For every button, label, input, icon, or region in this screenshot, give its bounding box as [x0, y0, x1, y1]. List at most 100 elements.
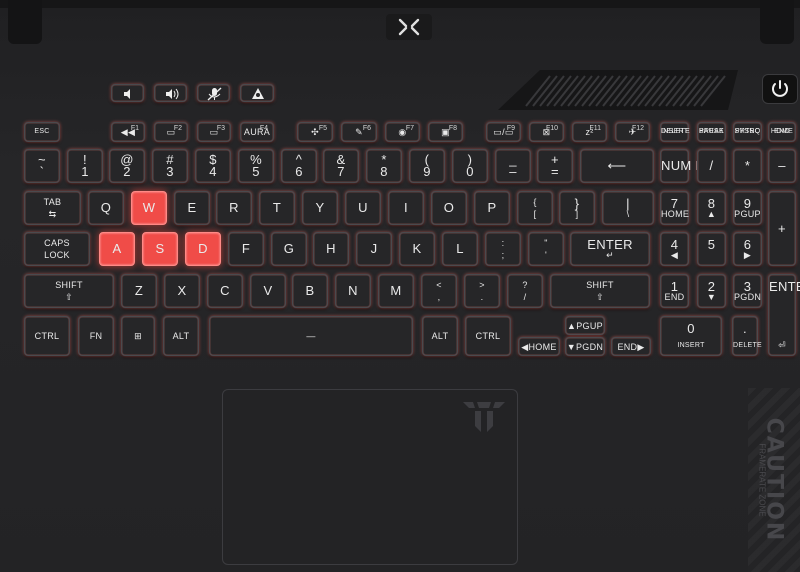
- key-2[interactable]: 2 ▼: [697, 274, 726, 308]
- touchpad[interactable]: [222, 389, 518, 565]
- key-symbol[interactable]: }]: [559, 191, 595, 225]
- key-end[interactable]: END▶: [611, 337, 651, 356]
- key-ctrl[interactable]: CTRL: [24, 316, 70, 356]
- key-g[interactable]: G: [271, 232, 307, 266]
- key-t[interactable]: T: [259, 191, 295, 225]
- key-symbol[interactable]: *: [733, 149, 762, 183]
- key-prtsc[interactable]: PRTSC SYSRQ: [733, 122, 762, 142]
- key-delete[interactable]: DELETE INSERT: [660, 122, 690, 142]
- key-symbol[interactable]: & 7: [323, 149, 359, 183]
- key-b[interactable]: B: [292, 274, 328, 308]
- key-symbol[interactable]: " ': [528, 232, 564, 266]
- mic-mute-key[interactable]: [197, 84, 230, 102]
- key-symbol[interactable]: +: [768, 191, 796, 266]
- key-4[interactable]: 4 ◀: [660, 232, 689, 266]
- key-c[interactable]: C: [207, 274, 243, 308]
- key-fn[interactable]: FN: [78, 316, 114, 356]
- key-z[interactable]: z² F11: [572, 122, 607, 142]
- key-i[interactable]: I: [388, 191, 424, 225]
- key-p[interactable]: P: [474, 191, 510, 225]
- key-m[interactable]: M: [378, 274, 414, 308]
- key-symbol[interactable]: + =: [537, 149, 573, 183]
- key-1[interactable]: 1 END: [660, 274, 689, 308]
- key-j[interactable]: J: [356, 232, 392, 266]
- key-symbol[interactable]: ✎ F6: [341, 122, 377, 142]
- key-a[interactable]: A: [99, 232, 135, 266]
- key-5[interactable]: 5: [697, 232, 726, 266]
- key-l[interactable]: L: [442, 232, 478, 266]
- key-z[interactable]: Z: [121, 274, 157, 308]
- key-symbol[interactable]: ▣ F8: [428, 122, 463, 142]
- key-aura[interactable]: AURA F4: [240, 122, 274, 142]
- key-symbol[interactable]: * 8: [366, 149, 402, 183]
- key-d[interactable]: D: [185, 232, 221, 266]
- key-shift[interactable]: SHIFT ⇧: [550, 274, 650, 308]
- key-symbol[interactable]: ! 1: [67, 149, 103, 183]
- key-symbol[interactable]: >.: [464, 274, 500, 308]
- key-symbol[interactable]: ) 0: [452, 149, 488, 183]
- key-u[interactable]: U: [345, 191, 381, 225]
- volume-down-key[interactable]: [111, 84, 144, 102]
- key-symbol[interactable]: ◀◀ F1: [111, 122, 145, 142]
- key-n[interactable]: N: [335, 274, 371, 308]
- volume-up-key[interactable]: [154, 84, 187, 102]
- key-ctrl[interactable]: CTRL: [465, 316, 511, 356]
- key-y[interactable]: Y: [302, 191, 338, 225]
- key-pgup[interactable]: ▲PGUP: [565, 316, 605, 335]
- key-symbol[interactable]: ⟵: [580, 149, 654, 183]
- key-symbol[interactable]: ◉ F7: [385, 122, 420, 142]
- key-symbol[interactable]: —: [209, 316, 413, 356]
- key-enter[interactable]: ENTER ↵: [570, 232, 650, 266]
- key-symbol[interactable]: . DELETE: [732, 316, 762, 356]
- key-v[interactable]: V: [250, 274, 286, 308]
- key-9[interactable]: 9 PGUP: [733, 191, 762, 225]
- key-symbol[interactable]: @2: [109, 149, 145, 183]
- key-symbol[interactable]: _ –: [495, 149, 531, 183]
- key-6[interactable]: 6 ▶: [733, 232, 762, 266]
- key-esc[interactable]: ESC: [24, 122, 60, 142]
- key-symbol[interactable]: ✣ F5: [297, 122, 333, 142]
- key-tab[interactable]: TAB ⇆: [24, 191, 81, 225]
- armoury-crate-key[interactable]: [240, 84, 274, 102]
- key-symbol[interactable]: ~ `: [24, 149, 60, 183]
- key-pgdn[interactable]: ▼PGDN: [565, 337, 605, 356]
- key-q[interactable]: Q: [88, 191, 124, 225]
- key-home[interactable]: ◀HOME: [518, 337, 560, 356]
- key-symbol[interactable]: % 5: [238, 149, 274, 183]
- key-8[interactable]: 8 ▲: [697, 191, 726, 225]
- key-e[interactable]: E: [174, 191, 210, 225]
- key-alt[interactable]: ALT: [163, 316, 199, 356]
- key-x[interactable]: X: [164, 274, 200, 308]
- key-symbol[interactable]: <,: [421, 274, 457, 308]
- key-shift[interactable]: SHIFT ⇧: [24, 274, 114, 308]
- key-symbol[interactable]: $4: [195, 149, 231, 183]
- key-symbol[interactable]: #3: [152, 149, 188, 183]
- key-symbol[interactable]: | \: [602, 191, 654, 225]
- key-f[interactable]: F: [228, 232, 264, 266]
- key-k[interactable]: K: [399, 232, 435, 266]
- key-symbol[interactable]: –: [768, 149, 796, 183]
- key-symbol[interactable]: ▭ F2: [154, 122, 188, 142]
- key-pause[interactable]: PAUSE BREAK: [697, 122, 726, 142]
- key-7[interactable]: 7 HOME: [660, 191, 689, 225]
- key-caps[interactable]: CAPS LOCK: [24, 232, 90, 266]
- key-r[interactable]: R: [216, 191, 252, 225]
- key-symbol[interactable]: (9: [409, 149, 445, 183]
- key-o[interactable]: O: [431, 191, 467, 225]
- key-symbol[interactable]: ⊞: [121, 316, 155, 356]
- key-enter[interactable]: ENTER ⏎: [768, 274, 800, 356]
- key-symbol[interactable]: {[: [517, 191, 553, 225]
- key-home[interactable]: HOME END: [768, 122, 796, 142]
- key-symbol[interactable]: ▭/▭ F9: [486, 122, 521, 142]
- key-symbol[interactable]: /: [697, 149, 726, 183]
- key-0[interactable]: 0 INSERT: [660, 316, 722, 356]
- key-symbol[interactable]: ✈ F12: [615, 122, 650, 142]
- key-alt[interactable]: ALT: [422, 316, 458, 356]
- key-symbol[interactable]: ▭ F3: [197, 122, 231, 142]
- key-symbol[interactable]: :;: [485, 232, 521, 266]
- key-symbol[interactable]: ⊠ F10: [529, 122, 564, 142]
- key-h[interactable]: H: [313, 232, 349, 266]
- key-w[interactable]: W: [131, 191, 167, 225]
- key-symbol[interactable]: ? /: [507, 274, 543, 308]
- key-symbol[interactable]: ^ 6: [281, 149, 317, 183]
